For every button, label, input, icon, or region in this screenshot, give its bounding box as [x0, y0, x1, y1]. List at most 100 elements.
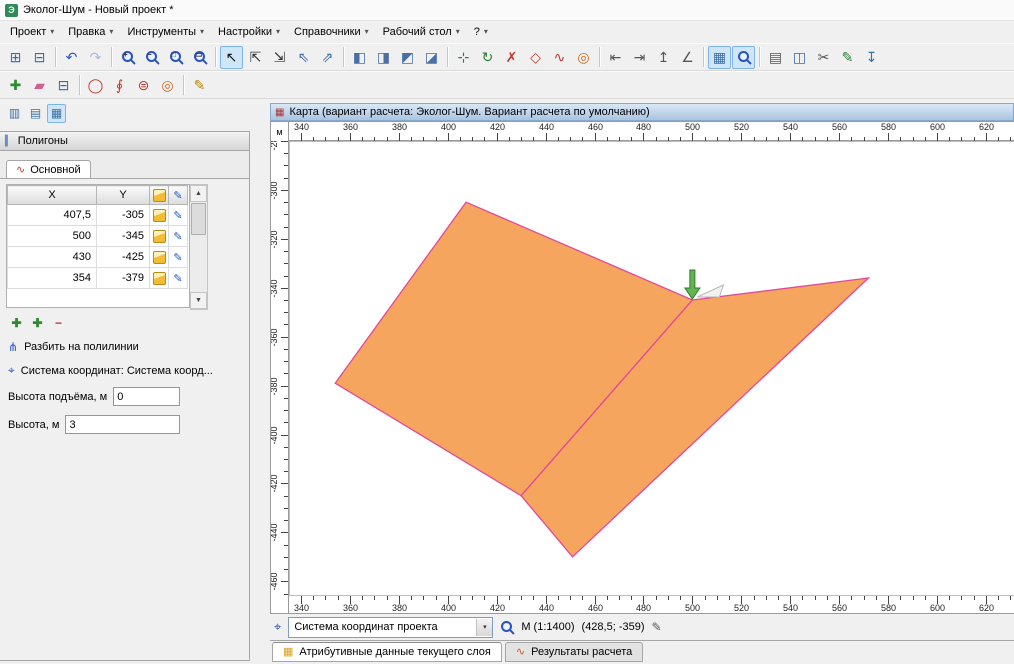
zoom-out-icon[interactable]: − — [140, 46, 163, 69]
column-header-y[interactable]: Y — [97, 186, 150, 205]
save-layer-icon[interactable]: ⊟ — [52, 74, 75, 97]
delete-point-button[interactable]: − — [50, 314, 67, 331]
add-source-icon[interactable]: ✚ — [4, 74, 27, 97]
scroll-track[interactable] — [190, 202, 207, 292]
draw-polyline-icon[interactable]: ∿ — [548, 46, 571, 69]
coordinate-cell[interactable]: 407,5 — [8, 205, 97, 226]
column-header-edit[interactable]: ✎ — [169, 186, 188, 205]
grid-ruler-icon[interactable]: ▦ — [708, 46, 731, 69]
panel-layout-1-icon[interactable]: ▥ — [5, 104, 24, 123]
spiral-source-icon[interactable]: ∮ — [108, 74, 131, 97]
add-point-button[interactable]: ✚ — [8, 314, 25, 331]
menu-item-7[interactable]: ?▾ — [467, 23, 495, 41]
height-input[interactable] — [65, 415, 180, 434]
lift-height-input[interactable] — [113, 387, 180, 406]
rotate-object-icon[interactable]: ↻ — [476, 46, 499, 69]
row-edit-button[interactable]: ✎ — [169, 205, 188, 226]
scroll-down-button[interactable]: ▼ — [190, 292, 207, 309]
measure-length-icon[interactable]: ⇤ — [604, 46, 627, 69]
svg-text:-420: -420 — [271, 474, 279, 492]
measure-height-icon[interactable]: ↥ — [652, 46, 675, 69]
pick-object-icon[interactable]: ⇖ — [292, 46, 315, 69]
map-canvas[interactable] — [289, 141, 1014, 596]
row-edit-button[interactable]: ✎ — [169, 268, 188, 289]
height-field: Высота, м — [8, 415, 180, 434]
menu-item-4[interactable]: Настройки▾ — [211, 23, 287, 41]
menu-item-6[interactable]: Рабочий стол▾ — [376, 23, 467, 41]
measure-angle-icon[interactable]: ∠ — [676, 46, 699, 69]
zoom-in-icon[interactable]: + — [116, 46, 139, 69]
column-header-x[interactable]: X — [8, 186, 97, 205]
redo-icon[interactable]: ↷ — [84, 46, 107, 69]
column-header-fill[interactable] — [150, 186, 169, 205]
draw-ring-icon[interactable]: ◎ — [572, 46, 595, 69]
new-window-icon[interactable]: ⊞ — [4, 46, 27, 69]
scale-zoom-icon[interactable] — [500, 620, 514, 634]
coordinate-cell[interactable]: -379 — [97, 268, 150, 289]
select-cursor-icon[interactable]: ↖ — [220, 46, 243, 69]
tile-windows-icon[interactable]: ⊟ — [28, 46, 51, 69]
scissors-icon[interactable]: ✂ — [812, 46, 835, 69]
panel-splitter[interactable] — [250, 99, 270, 661]
menu-item-2[interactable]: Правка▾ — [61, 23, 120, 41]
eraser-icon[interactable]: ▰ — [28, 74, 51, 97]
row-fill-style-button[interactable] — [150, 268, 169, 289]
select-node-icon[interactable]: ⇱ — [244, 46, 267, 69]
coordinate-cell[interactable]: -345 — [97, 226, 150, 247]
table-row[interactable]: 407,5-305 ✎ — [8, 205, 188, 226]
export-image-icon[interactable]: ◫ — [788, 46, 811, 69]
coordinate-system-combo[interactable]: Система координат проекта ▾ — [288, 617, 493, 638]
menu-item-1[interactable]: Проект▾ — [3, 23, 61, 41]
move-object-icon[interactable]: ⊹ — [452, 46, 475, 69]
order-up-icon[interactable]: ◩ — [396, 46, 419, 69]
panel-layout-3-icon[interactable]: ▦ — [47, 104, 66, 123]
ring-area-icon[interactable]: ◎ — [156, 74, 179, 97]
coordinate-system-icon[interactable]: ⌖ — [274, 619, 281, 635]
table-scrollbar[interactable]: ▲ ▼ — [190, 184, 208, 310]
table-row[interactable]: 500-345 ✎ — [8, 226, 188, 247]
edit-globe-icon[interactable]: ✎ — [836, 46, 859, 69]
tab-osnovnoy[interactable]: ∿ Основной — [6, 160, 91, 178]
zoom-window-icon[interactable]: □ — [164, 46, 187, 69]
undo-icon[interactable]: ↶ — [60, 46, 83, 69]
draw-polygon-icon[interactable]: ◇ — [524, 46, 547, 69]
measure-width-icon[interactable]: ⇥ — [628, 46, 651, 69]
bottom-tab-1[interactable]: ▦Атрибутивные данные текущего слоя — [272, 642, 502, 662]
coordinate-cell[interactable]: -305 — [97, 205, 150, 226]
delete-object-icon[interactable]: ✗ — [500, 46, 523, 69]
coordinate-system-button[interactable]: ⌖ Система координат: Система коорд... — [8, 363, 241, 378]
coordinate-cell[interactable]: 354 — [8, 268, 97, 289]
row-fill-style-button[interactable] — [150, 247, 169, 268]
row-edit-button[interactable]: ✎ — [169, 226, 188, 247]
export-save-icon[interactable]: ↧ — [860, 46, 883, 69]
send-back-icon[interactable]: ◨ — [372, 46, 395, 69]
row-fill-style-button[interactable] — [150, 226, 169, 247]
scroll-up-button[interactable]: ▲ — [190, 185, 207, 202]
bring-front-icon[interactable]: ◧ — [348, 46, 371, 69]
circle-source-icon[interactable]: ◯ — [84, 74, 107, 97]
order-down-icon[interactable]: ◪ — [420, 46, 443, 69]
panel-layout-2-icon[interactable]: ▤ — [26, 104, 45, 123]
row-fill-style-button[interactable] — [150, 205, 169, 226]
scroll-thumb[interactable] — [191, 203, 206, 235]
bottom-tab-2[interactable]: ∿Результаты расчета — [505, 642, 643, 662]
combo-dropdown-icon[interactable]: ▾ — [476, 619, 492, 636]
zoom-fit-icon[interactable]: ▭ — [188, 46, 211, 69]
hatched-area-icon[interactable]: ⊜ — [132, 74, 155, 97]
table-row[interactable]: 430-425 ✎ — [8, 247, 188, 268]
table-row[interactable]: 354-379 ✎ — [8, 268, 188, 289]
row-edit-button[interactable]: ✎ — [169, 247, 188, 268]
split-to-polylines-button[interactable]: ⋔ Разбить на полилинии — [8, 340, 241, 354]
menu-item-3[interactable]: Инструменты▾ — [120, 23, 211, 41]
select-area-icon[interactable]: ⇲ — [268, 46, 291, 69]
sketch-icon[interactable]: ✎ — [188, 74, 211, 97]
coordinate-cell[interactable]: 430 — [8, 247, 97, 268]
print-icon[interactable]: ▤ — [764, 46, 787, 69]
panel-header[interactable]: ▍ Полигоны — [0, 132, 249, 151]
insert-point-button[interactable]: ✚ — [29, 314, 46, 331]
coordinate-cell[interactable]: -425 — [97, 247, 150, 268]
pick-point-icon[interactable]: ⇗ — [316, 46, 339, 69]
zoom-search-icon[interactable] — [732, 46, 755, 69]
coordinate-cell[interactable]: 500 — [8, 226, 97, 247]
menu-item-5[interactable]: Справочники▾ — [287, 23, 376, 41]
